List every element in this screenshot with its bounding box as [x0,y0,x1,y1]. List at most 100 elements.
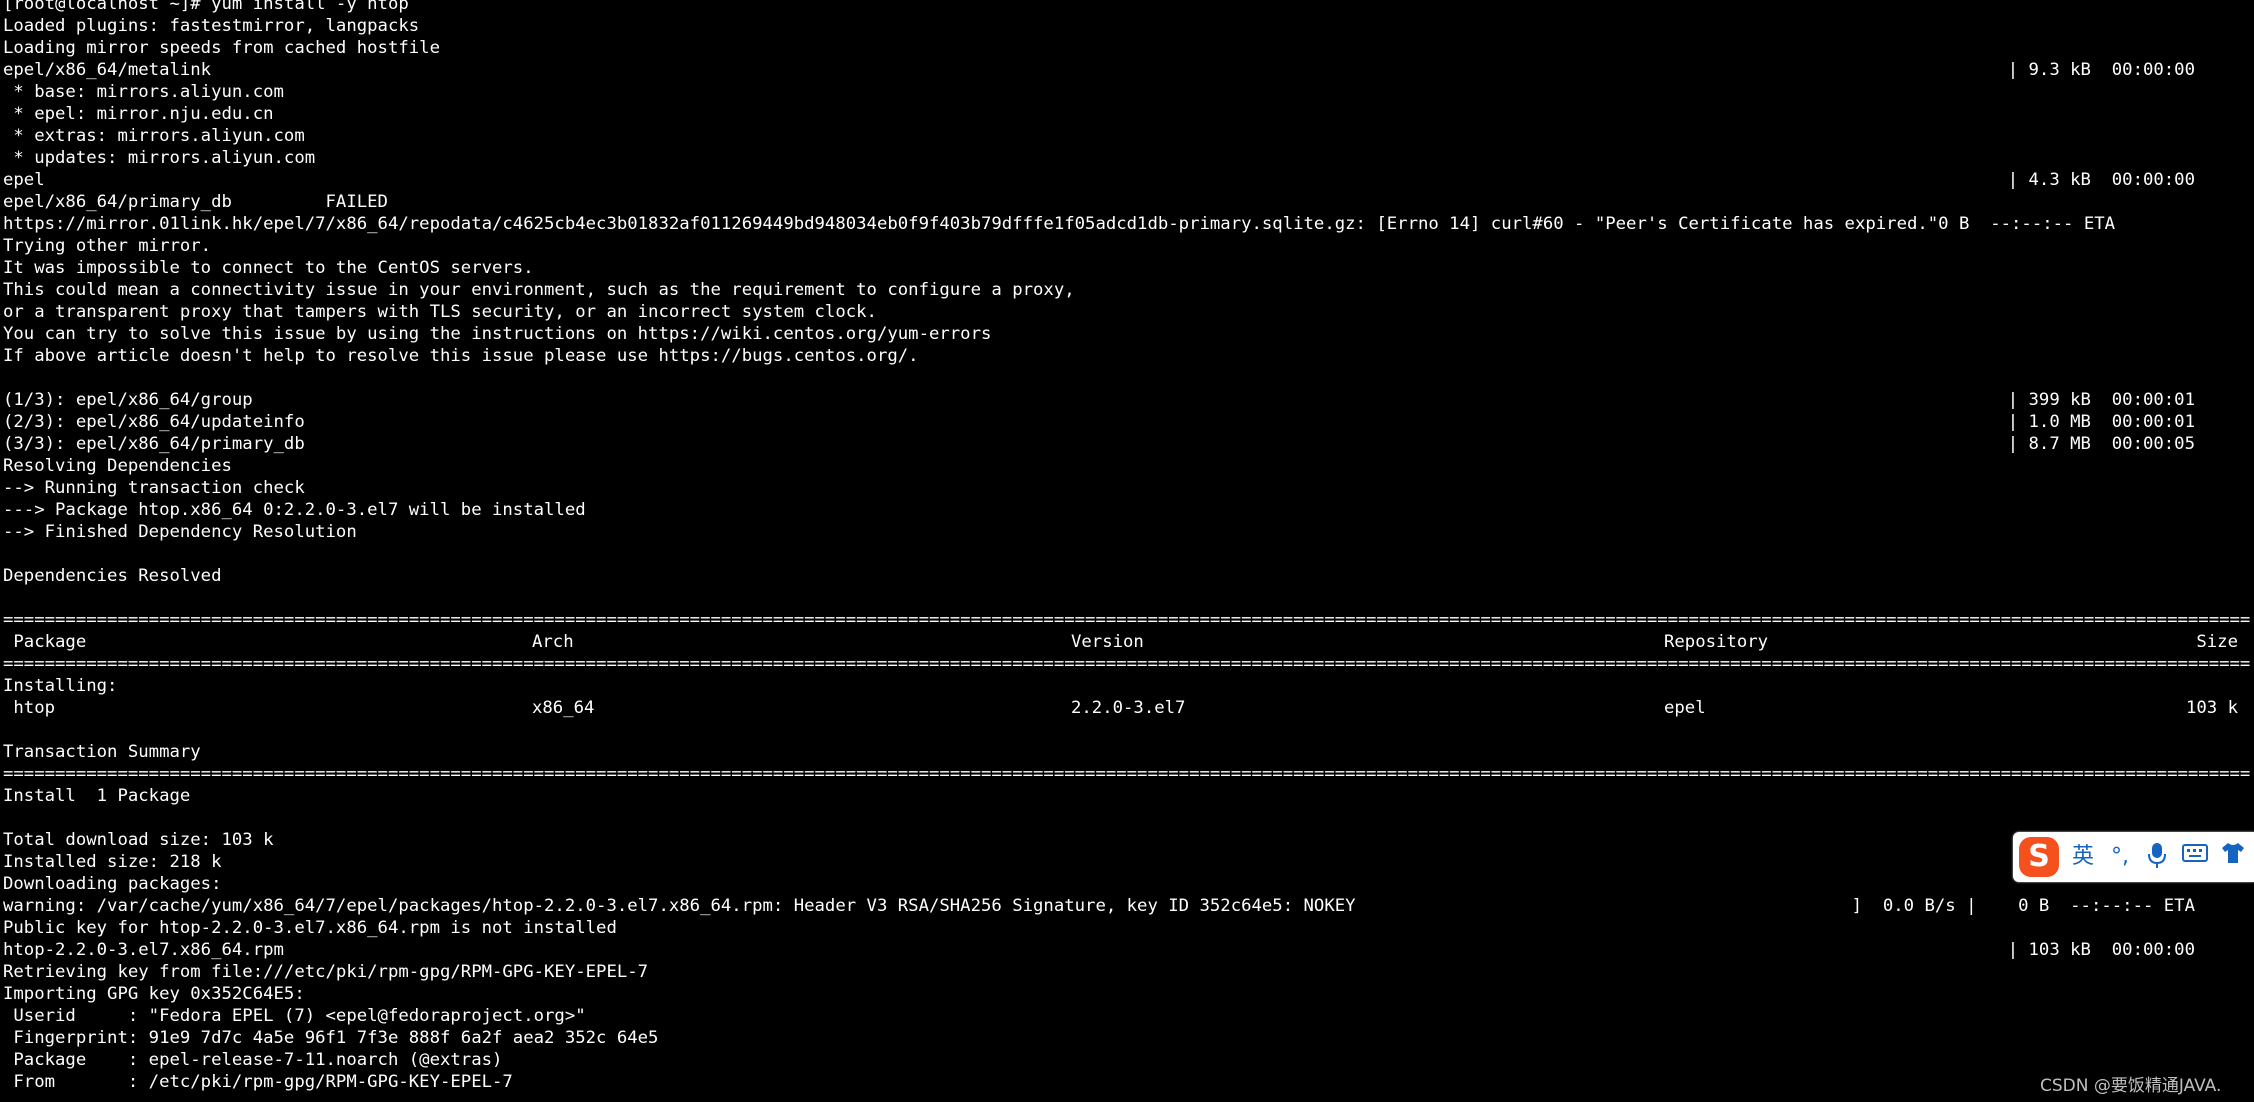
terminal-line: Dependencies Resolved [0,565,2254,587]
terminal-line-text: Fingerprint: 91e9 7d7c 4a5e 96f1 7f3e 88… [3,1028,659,1048]
terminal-line-progress: | 8.7 MB 00:00:05 [2007,434,2195,454]
table-row: Package Arch Version Repository Size [0,631,2254,653]
terminal-line: --> Running transaction check [0,477,2254,499]
terminal-line-progress: | 103 kB 00:00:00 [2007,940,2195,960]
terminal-line: It was impossible to connect to the Cent… [0,257,2254,279]
terminal-line: ---> Package htop.x86_64 0:2.2.0-3.el7 w… [0,499,2254,521]
terminal-line-text: Installed size: 218 k [3,852,222,872]
terminal-line: Resolving Dependencies [0,455,2254,477]
csdn-watermark: CSDN @要饭精通JAVA. [2040,1076,2222,1096]
terminal-line-text: htop-2.2.0-3.el7.x86_64.rpm [3,940,284,960]
terminal-line-text: Install 1 Package [3,786,191,806]
ime-punctuation-toggle[interactable]: °, [2105,841,2135,873]
terminal-line-text: Package : epel-release-7-11.noarch (@ext… [3,1050,503,1070]
terminal-line-text: This could mean a connectivity issue in … [3,280,1075,300]
terminal-line: If above article doesn't help to resolve… [0,345,2254,367]
table-cell: Version [1071,632,1144,652]
terminal-line: You can try to solve this issue by using… [0,323,2254,345]
terminal-line-progress: | 1.0 MB 00:00:01 [2007,412,2195,432]
terminal-line: Installing: [0,675,2254,697]
terminal-line-text: ---> Package htop.x86_64 0:2.2.0-3.el7 w… [3,500,586,520]
terminal-line-text: [root@localhost ~]# yum install -y htop [3,0,409,14]
terminal-line-text: Downloading packages: [3,874,222,894]
terminal-line-text: * extras: mirrors.aliyun.com [3,126,305,146]
terminal-line: --> Finished Dependency Resolution [0,521,2254,543]
terminal-line-text: Userid : "Fedora EPEL (7) <epel@fedorapr… [3,1006,586,1026]
terminal-line-text: (1/3): epel/x86_64/group [3,390,253,410]
terminal-line-text: From : /etc/pki/rpm-gpg/RPM-GPG-KEY-EPEL… [3,1072,513,1092]
table-cell-size: 103 k [2185,698,2238,718]
terminal-line: Downloading packages: [0,873,2254,895]
skin-icon[interactable] [2217,841,2249,873]
terminal-line-text: https://mirror.01link.hk/epel/7/x86_64/r… [3,214,2116,234]
terminal-window[interactable]: [root@localhost ~]# yum install -y htop L… [0,0,2254,1102]
separator-line: ========================================… [0,653,2254,675]
separator-line: ========================================… [0,609,2254,631]
terminal-line: Fingerprint: 91e9 7d7c 4a5e 96f1 7f3e 88… [0,1027,2254,1049]
table-cell: 2.2.0-3.el7 [1071,698,1186,718]
terminal-line: epel/x86_64/metalink | 9.3 kB 00:00:00 [0,59,2254,81]
terminal-line: * extras: mirrors.aliyun.com [0,125,2254,147]
terminal-line: * updates: mirrors.aliyun.com [0,147,2254,169]
terminal-line-text: (3/3): epel/x86_64/primary_db [3,434,305,454]
microphone-icon-glyph [2148,843,2166,868]
terminal-line-text: warning: /var/cache/yum/x86_64/7/epel/pa… [3,896,1356,916]
terminal-line-text: Transaction Summary [3,742,201,762]
table-cell: htop [3,698,56,718]
terminal-line-text: Resolving Dependencies [3,456,232,476]
sogou-logo-icon[interactable]: S [2019,837,2059,877]
terminal-line-text: Loaded plugins: fastestmirror, langpacks [3,16,420,36]
terminal-line: Trying other mirror. [0,235,2254,257]
terminal-line: or a transparent proxy that tampers with… [0,301,2254,323]
terminal-line-text: Total download size: 103 k [3,830,274,850]
terminal-line: (2/3): epel/x86_64/updateinfo | 1.0 MB 00… [0,411,2254,433]
terminal-line: https://mirror.01link.hk/epel/7/x86_64/r… [0,213,2254,235]
terminal-line-text: Dependencies Resolved [3,566,222,586]
terminal-line: epel/x86_64/primary_db FAILED [0,191,2254,213]
terminal-line-text: --> Finished Dependency Resolution [3,522,357,542]
terminal-line: Package : epel-release-7-11.noarch (@ext… [0,1049,2254,1071]
table-cell: Package [3,632,87,652]
terminal-line-text: (2/3): epel/x86_64/updateinfo [3,412,305,432]
terminal-line: Install 1 Package [0,785,2254,807]
table-cell: Repository [1664,632,1769,652]
terminal-line-text: epel [3,170,45,190]
ime-toolbar[interactable]: S 英 °, [2013,832,2254,882]
terminal-line-text: You can try to solve this issue by using… [3,324,992,344]
terminal-line: (3/3): epel/x86_64/primary_db | 8.7 MB 00… [0,433,2254,455]
separator-rule: ========================================… [3,610,2251,630]
terminal-line: [root@localhost ~]# yum install -y htop [0,0,2254,15]
separator-rule: ========================================… [3,764,2251,784]
terminal-line: From : /etc/pki/rpm-gpg/RPM-GPG-KEY-EPEL… [0,1071,2254,1093]
separator-line: ========================================… [0,763,2254,785]
terminal-line-text: Trying other mirror. [3,236,212,256]
terminal-line-progress: | 399 kB 00:00:01 [2007,390,2195,410]
keyboard-icon[interactable] [2179,841,2211,873]
terminal-line-progress: ] 0.0 B/s | 0 B --:--:-- ETA [1851,896,2195,916]
separator-rule: ========================================… [3,654,2251,674]
terminal-line: Installed size: 218 k [0,851,2254,873]
terminal-line-progress: | 4.3 kB 00:00:00 [2007,170,2195,190]
table-cell-size: Size [2196,632,2238,652]
ime-mode-toggle[interactable]: 英 [2067,841,2099,873]
terminal-line: Importing GPG key 0x352C64E5: [0,983,2254,1005]
terminal-line-text: epel/x86_64/primary_db FAILED [3,192,388,212]
microphone-icon[interactable] [2141,841,2173,873]
terminal-line: warning: /var/cache/yum/x86_64/7/epel/pa… [0,895,2254,917]
terminal-line: Transaction Summary [0,741,2254,763]
keyboard-icon-glyph [2182,844,2208,862]
terminal-line: Retrieving key from file:///etc/pki/rpm-… [0,961,2254,983]
terminal-line: Loading mirror speeds from cached hostfi… [0,37,2254,59]
terminal-line-text: epel/x86_64/metalink [3,60,212,80]
terminal-line-text: It was impossible to connect to the Cent… [3,258,534,278]
terminal-line: Total download size: 103 k [0,829,2254,851]
terminal-line-text: * epel: mirror.nju.edu.cn [3,104,274,124]
terminal-line: This could mean a connectivity issue in … [0,279,2254,301]
terminal-line-text: Retrieving key from file:///etc/pki/rpm-… [3,962,649,982]
terminal-line: (1/3): epel/x86_64/group | 399 kB 00:00:0… [0,389,2254,411]
